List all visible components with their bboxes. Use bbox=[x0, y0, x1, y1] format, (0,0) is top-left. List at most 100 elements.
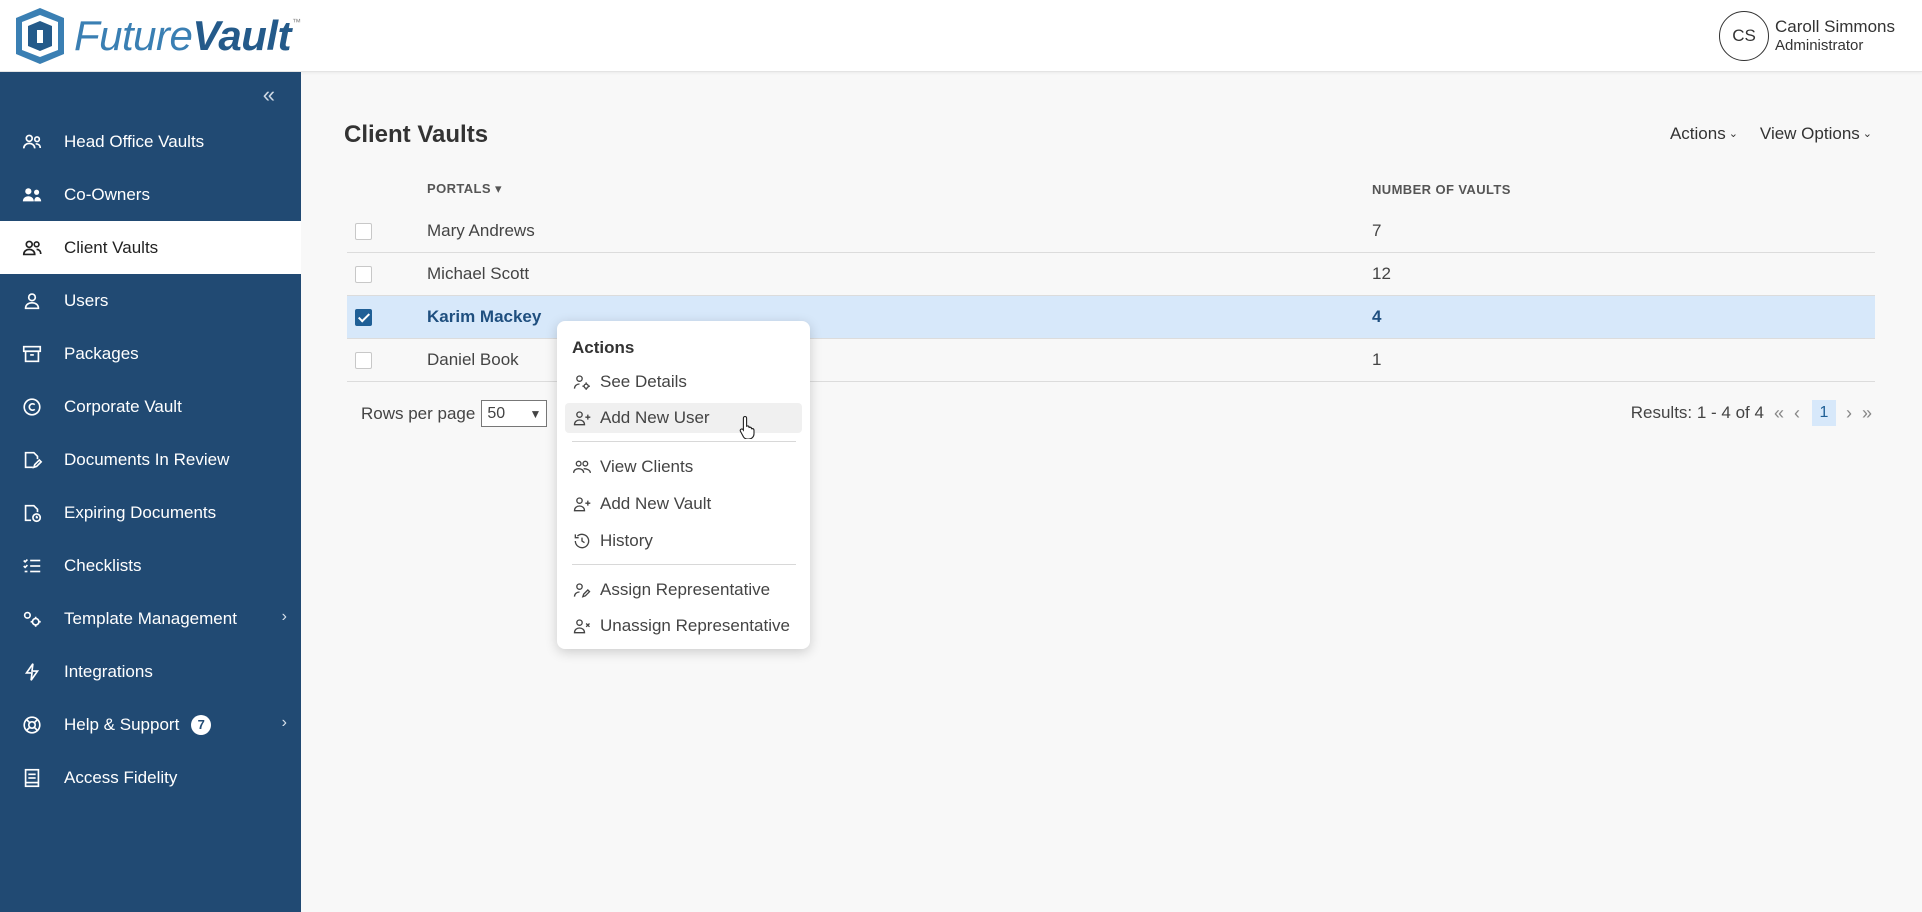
sidebar-item-label: Client Vaults bbox=[64, 237, 159, 257]
menu-item-see-details[interactable]: See Details bbox=[565, 367, 802, 397]
document-edit-icon bbox=[20, 448, 44, 472]
sidebar-item-label: Documents In Review bbox=[64, 449, 230, 469]
sidebar-item-corporate-vault[interactable]: Corporate Vault bbox=[0, 380, 301, 433]
sidebar-item-label: Help & Support bbox=[64, 714, 180, 734]
menu-item-history[interactable]: History bbox=[565, 526, 802, 556]
chevron-down-icon: ⌄ bbox=[1728, 128, 1738, 140]
sidebar: « Head Office Vaults Co-Owners Client Va… bbox=[0, 72, 301, 912]
chevron-right-icon: › bbox=[281, 714, 287, 731]
sort-desc-icon: ▾ bbox=[494, 181, 502, 196]
sidebar-item-co-owners[interactable]: Co-Owners bbox=[0, 168, 301, 221]
sidebar-item-expiring-documents[interactable]: Expiring Documents bbox=[0, 486, 301, 539]
row-checkbox[interactable] bbox=[355, 265, 372, 283]
book-icon bbox=[20, 766, 44, 790]
futurevault-logo[interactable]: FutureVault ™ bbox=[10, 6, 301, 66]
sidebar-item-help-support[interactable]: Help & Support 7 › bbox=[0, 698, 301, 751]
current-page[interactable]: 1 bbox=[1811, 400, 1836, 426]
chevron-down-icon: ▼ bbox=[529, 406, 542, 421]
user-icon bbox=[20, 289, 44, 313]
chevron-down-icon: ⌄ bbox=[1862, 128, 1872, 140]
rows-per-page-select[interactable]: 50 ▼ bbox=[481, 400, 548, 427]
table-row[interactable]: Michael Scott 12 bbox=[347, 253, 1875, 296]
hand-pointer-cursor-icon bbox=[739, 415, 755, 439]
table-header: PORTALS ▾ NUMBER OF VAULTS bbox=[347, 168, 1875, 210]
user-gear-icon bbox=[573, 375, 590, 390]
logo-text: FutureVault bbox=[74, 12, 292, 59]
sidebar-nav: Head Office Vaults Co-Owners Client Vaul… bbox=[0, 115, 301, 804]
user-remove-icon bbox=[573, 619, 590, 634]
users-group-icon bbox=[573, 460, 591, 473]
menu-item-add-new-user[interactable]: Add New User bbox=[565, 403, 802, 433]
sidebar-item-label: Checklists bbox=[64, 555, 142, 575]
next-page-icon[interactable]: › bbox=[1846, 403, 1852, 424]
sidebar-item-label: Corporate Vault bbox=[64, 396, 182, 416]
history-icon bbox=[574, 533, 590, 549]
vault-count: 1 bbox=[1372, 350, 1382, 369]
last-page-icon[interactable]: » bbox=[1862, 403, 1872, 424]
sidebar-item-users[interactable]: Users bbox=[0, 274, 301, 327]
menu-divider bbox=[572, 441, 796, 442]
actions-button[interactable]: Actions ⌄ bbox=[1670, 124, 1738, 144]
rows-per-page-label: Rows per page bbox=[361, 403, 476, 423]
sidebar-item-client-vaults[interactable]: Client Vaults bbox=[0, 221, 301, 274]
sidebar-item-label: Expiring Documents bbox=[64, 502, 217, 522]
portal-name[interactable]: Michael Scott bbox=[427, 264, 1372, 284]
checklist-icon bbox=[20, 554, 44, 578]
sidebar-item-label: Access Fidelity bbox=[64, 767, 178, 787]
sidebar-item-checklists[interactable]: Checklists bbox=[0, 539, 301, 592]
menu-title: Actions bbox=[572, 338, 635, 357]
user-menu[interactable]: CS Caroll Simmons Administrator bbox=[1719, 11, 1895, 61]
menu-item-add-new-vault[interactable]: Add New Vault bbox=[565, 489, 802, 519]
sidebar-item-label: Integrations bbox=[64, 661, 153, 681]
first-page-icon[interactable]: « bbox=[1774, 403, 1784, 424]
user-name: Caroll Simmons bbox=[1775, 17, 1895, 36]
sidebar-item-label: Template Management bbox=[64, 608, 237, 628]
user-edit-icon bbox=[573, 583, 591, 598]
menu-item-unassign-representative[interactable]: Unassign Representative bbox=[565, 611, 802, 641]
portal-name[interactable]: Mary Andrews bbox=[427, 221, 1372, 241]
avatar[interactable]: CS bbox=[1719, 11, 1770, 61]
sidebar-item-documents-in-review[interactable]: Documents In Review bbox=[0, 433, 301, 486]
sidebar-item-head-office-vaults[interactable]: Head Office Vaults bbox=[0, 115, 301, 168]
vault-count: 4 bbox=[1372, 307, 1382, 326]
sidebar-item-integrations[interactable]: Integrations bbox=[0, 645, 301, 698]
menu-divider bbox=[572, 564, 796, 565]
sidebar-item-packages[interactable]: Packages bbox=[0, 327, 301, 380]
vaults-column-header[interactable]: NUMBER OF VAULTS bbox=[1372, 182, 1875, 197]
page-actions: Actions ⌄ View Options ⌄ bbox=[1670, 124, 1872, 144]
sidebar-item-label: Co-Owners bbox=[64, 184, 150, 204]
lifebuoy-icon bbox=[20, 713, 44, 737]
table-row[interactable]: Mary Andrews 7 bbox=[347, 210, 1875, 253]
sidebar-item-label: Users bbox=[64, 290, 109, 310]
sidebar-item-template-management[interactable]: Template Management › bbox=[0, 592, 301, 645]
pagination: Results: 1 - 4 of 4 « ‹ 1 › » bbox=[1631, 400, 1872, 426]
sidebar-item-label: Packages bbox=[64, 343, 139, 363]
document-clock-icon bbox=[20, 501, 44, 525]
user-plus-icon bbox=[573, 411, 591, 426]
menu-item-view-clients[interactable]: View Clients bbox=[565, 452, 802, 482]
vault-logo-icon bbox=[16, 8, 64, 64]
row-actions-menu: Actions See Details Add New User View Cl… bbox=[557, 321, 810, 649]
prev-page-icon[interactable]: ‹ bbox=[1794, 403, 1800, 424]
co-owners-icon bbox=[20, 183, 44, 207]
collapse-sidebar-icon[interactable]: « bbox=[263, 82, 275, 108]
copyright-icon bbox=[20, 395, 44, 419]
user-plus-icon bbox=[573, 497, 591, 512]
view-options-button[interactable]: View Options ⌄ bbox=[1760, 124, 1872, 144]
template-gears-icon bbox=[20, 607, 44, 631]
top-bar: FutureVault ™ CS Caroll Simmons Administ… bbox=[0, 0, 1922, 72]
row-checkbox[interactable] bbox=[355, 222, 372, 240]
vault-count: 7 bbox=[1372, 221, 1382, 240]
client-vaults-icon bbox=[20, 236, 44, 260]
portals-column-header[interactable]: PORTALS ▾ bbox=[427, 181, 1372, 197]
chevron-right-icon: › bbox=[281, 608, 287, 625]
notification-badge: 7 bbox=[191, 714, 212, 735]
users-group-icon bbox=[20, 130, 44, 154]
sidebar-item-label: Head Office Vaults bbox=[64, 131, 205, 151]
sidebar-item-access-fidelity[interactable]: Access Fidelity bbox=[0, 751, 301, 804]
rows-per-page: Rows per page 50 ▼ bbox=[361, 400, 548, 427]
row-checkbox-checked[interactable] bbox=[355, 308, 372, 326]
menu-item-assign-representative[interactable]: Assign Representative bbox=[565, 575, 802, 605]
trademark: ™ bbox=[292, 17, 302, 27]
row-checkbox[interactable] bbox=[355, 351, 372, 369]
